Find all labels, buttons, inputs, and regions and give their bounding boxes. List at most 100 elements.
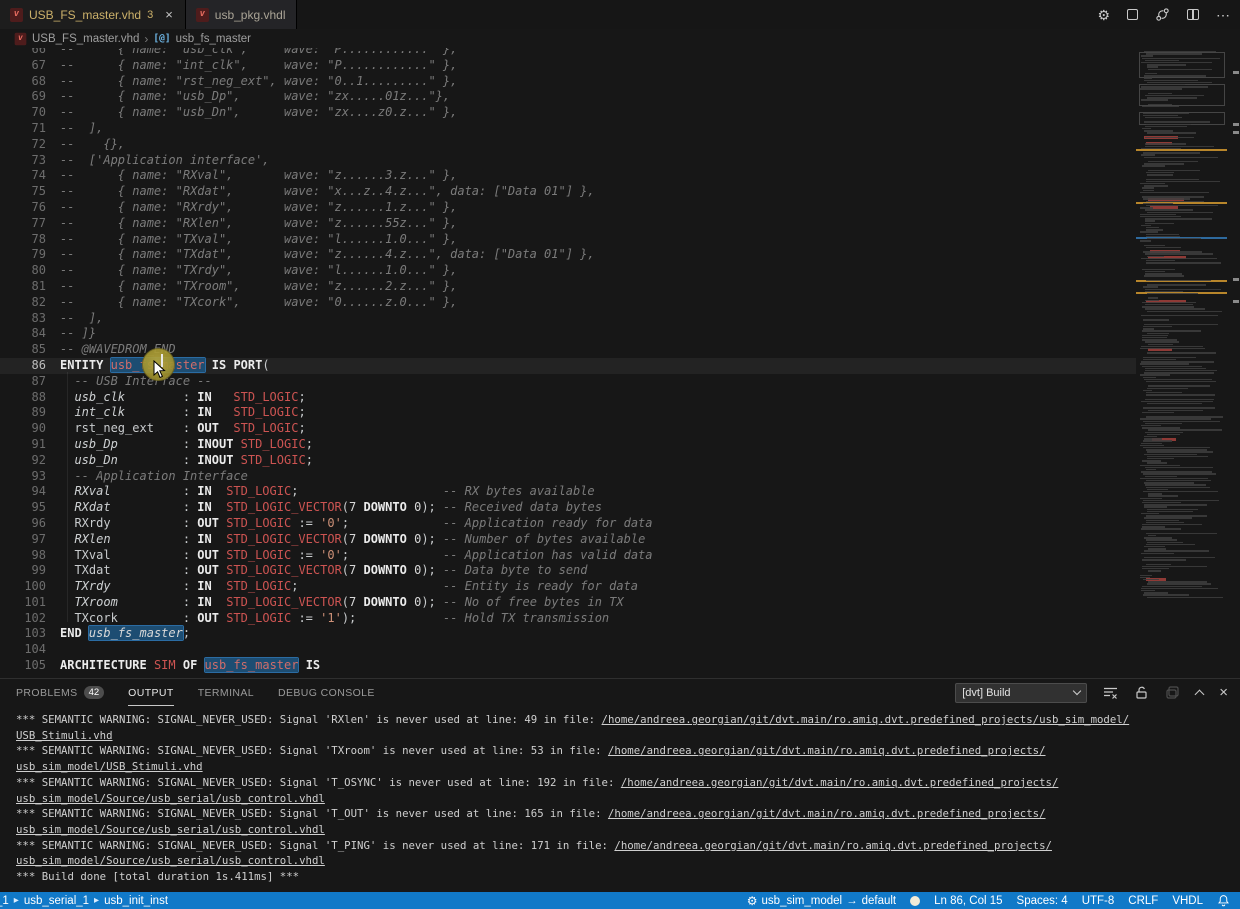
arrow-right-icon: → — [846, 895, 858, 907]
chevron-right-icon: › — [144, 32, 148, 46]
code-line: 103END usb_fs_master; — [0, 626, 1136, 642]
output-file-link[interactable]: /home/andreea.georgian/git/dvt.main/ro.a… — [608, 807, 1046, 820]
bottom-panel: PROBLEMS 42 OUTPUT TERMINAL DEBUG CONSOL… — [0, 678, 1240, 892]
tab-problems[interactable]: PROBLEMS 42 — [16, 679, 104, 706]
code-line: 105ARCHITECTURE SIM OF usb_fs_master IS — [0, 658, 1136, 674]
vhdl-file-icon: v — [10, 8, 23, 22]
line-number: 100 — [0, 579, 46, 595]
overview-ruler[interactable] — [1232, 48, 1240, 678]
line-number: 87 — [0, 374, 46, 390]
compare-changes-icon[interactable] — [1155, 7, 1170, 22]
code-editor[interactable]: 66-- { name: "usb_clk", wave: "P........… — [0, 48, 1240, 678]
line-number: 88 — [0, 390, 46, 406]
language-mode[interactable]: VHDL — [1172, 895, 1203, 907]
line-number: 69 — [0, 89, 46, 105]
breadcrumb-symbol[interactable]: usb_fs_master — [176, 33, 251, 45]
panel-tab-label: TERMINAL — [198, 687, 254, 699]
output-file-link[interactable]: USB_Stimuli.vhd — [16, 729, 113, 742]
panel-header: PROBLEMS 42 OUTPUT TERMINAL DEBUG CONSOL… — [0, 679, 1240, 706]
line-number: 81 — [0, 279, 46, 295]
output-file-link[interactable]: usb_sim_model/Source/usb_serial/usb_cont… — [16, 854, 325, 867]
split-editor-icon[interactable] — [1187, 9, 1199, 20]
output-file-link[interactable]: usb_sim_model/Source/usb_serial/usb_cont… — [16, 792, 325, 805]
breadcrumb: v USB_FS_master.vhd › [@] usb_fs_master — [0, 29, 1240, 48]
code-line: 94 RXval : IN STD_LOGIC; -- RX bytes ava… — [0, 484, 1136, 500]
code-line: 101 TXroom : IN STD_LOGIC_VECTOR(7 DOWNT… — [0, 595, 1136, 611]
clear-output-icon[interactable] — [1103, 685, 1118, 700]
design-hierarchy-path[interactable]: _1▸usb_serial_1▸usb_init_inst — [0, 895, 168, 907]
code-line: 89 int_clk : IN STD_LOGIC; — [0, 405, 1136, 421]
layout-box-icon[interactable] — [1127, 9, 1138, 20]
maximize-panel-icon[interactable] — [1195, 690, 1205, 700]
tab-output[interactable]: OUTPUT — [128, 679, 174, 706]
output-line: *** SEMANTIC WARNING: SIGNAL_NEVER_USED:… — [16, 712, 1240, 728]
code-line: 100 TXrdy : IN STD_LOGIC; -- Entity is r… — [0, 579, 1136, 595]
line-number: 96 — [0, 516, 46, 532]
breadcrumb-file[interactable]: USB_FS_master.vhd — [32, 33, 139, 45]
hierarchy-crumb[interactable]: _1 — [0, 895, 9, 907]
code-line: 69-- { name: "usb_Dp", wave: "zx.....01z… — [0, 89, 1136, 105]
hierarchy-crumb[interactable]: usb_init_inst — [104, 895, 168, 907]
build-target: default — [862, 895, 897, 907]
line-number: 85 — [0, 342, 46, 358]
output-file-link[interactable]: usb_sim_model/USB_Stimuli.vhd — [16, 760, 203, 773]
close-panel-icon[interactable]: × — [1219, 684, 1228, 701]
encoding-setting[interactable]: UTF-8 — [1082, 895, 1115, 907]
eol-setting[interactable]: CRLF — [1128, 895, 1158, 907]
minimap[interactable] — [1136, 48, 1231, 608]
line-number: 86 — [0, 358, 46, 374]
output-file-link[interactable]: /home/andreea.georgian/git/dvt.main/ro.a… — [608, 744, 1046, 757]
output-text: *** SEMANTIC WARNING: SIGNAL_NEVER_USED:… — [16, 839, 614, 852]
line-number: 73 — [0, 153, 46, 169]
code-line: 67-- { name: "int_clk", wave: "P........… — [0, 58, 1136, 74]
code-line: 99 TXdat : OUT STD_LOGIC_VECTOR(7 DOWNTO… — [0, 563, 1136, 579]
line-number: 82 — [0, 295, 46, 311]
line-number: 76 — [0, 200, 46, 216]
line-number: 102 — [0, 611, 46, 627]
tab-bar: v USB_FS_master.vhd 3 × v usb_pkg.vhdl ⚙… — [0, 0, 1240, 29]
editor-actions: ⚙ ⋯ — [1097, 0, 1230, 29]
vscode-window: v USB_FS_master.vhd 3 × v usb_pkg.vhdl ⚙… — [0, 0, 1240, 909]
output-file-link[interactable]: /home/andreea.georgian/git/dvt.main/ro.a… — [614, 839, 1052, 852]
output-line: *** SEMANTIC WARNING: SIGNAL_NEVER_USED:… — [16, 838, 1240, 854]
project-name: usb_sim_model — [762, 895, 843, 907]
notifications-bell-icon[interactable] — [1217, 894, 1230, 907]
line-number: 89 — [0, 405, 46, 421]
cursor-position[interactable]: Ln 86, Col 15 — [934, 895, 1002, 907]
code-line: 66-- { name: "usb_clk", wave: "P........… — [0, 48, 1136, 58]
line-number: 72 — [0, 137, 46, 153]
output-channel-select[interactable]: [dvt] Build — [955, 683, 1087, 703]
tab-problems-badge: 3 — [147, 9, 153, 21]
line-number: 79 — [0, 247, 46, 263]
settings-gear-icon[interactable]: ⚙ — [1097, 8, 1110, 22]
status-circle-icon[interactable] — [910, 896, 920, 906]
tab-usb-fs-master[interactable]: v USB_FS_master.vhd 3 × — [0, 0, 186, 29]
tab-usb-pkg[interactable]: v usb_pkg.vhdl — [186, 0, 297, 29]
output-file-link[interactable]: usb_sim_model/Source/usb_serial/usb_cont… — [16, 823, 325, 836]
output-file-link[interactable]: /home/andreea.georgian/git/dvt.main/ro.a… — [602, 713, 1130, 726]
code-line: 91 usb_Dp : INOUT STD_LOGIC; — [0, 437, 1136, 453]
clear-faded-icon[interactable] — [1165, 685, 1180, 700]
vhdl-file-icon: v — [15, 32, 27, 45]
tab-debug-console[interactable]: DEBUG CONSOLE — [278, 679, 375, 706]
line-number: 95 — [0, 500, 46, 516]
output-log: *** SEMANTIC WARNING: SIGNAL_NEVER_USED:… — [0, 706, 1240, 892]
line-number: 103 — [0, 626, 46, 642]
indentation-setting[interactable]: Spaces: 4 — [1017, 895, 1068, 907]
output-file-link[interactable]: /home/andreea.georgian/git/dvt.main/ro.a… — [621, 776, 1059, 789]
project-status[interactable]: ⚙ usb_sim_model → default — [747, 894, 896, 908]
more-actions-icon[interactable]: ⋯ — [1216, 8, 1230, 22]
chevron-down-icon — [1073, 687, 1081, 695]
line-number: 75 — [0, 184, 46, 200]
hierarchy-crumb[interactable]: usb_serial_1 — [24, 895, 89, 907]
code-line: 80-- { name: "TXrdy", wave: "l......1.0.… — [0, 263, 1136, 279]
unlock-icon[interactable] — [1134, 685, 1149, 700]
line-number: 74 — [0, 168, 46, 184]
code-line: 95 RXdat : IN STD_LOGIC_VECTOR(7 DOWNTO … — [0, 500, 1136, 516]
code-line: 96 RXrdy : OUT STD_LOGIC := '0'; -- Appl… — [0, 516, 1136, 532]
output-line: *** Build done [total duration 1s.411ms]… — [16, 869, 1240, 885]
line-number: 93 — [0, 469, 46, 485]
close-tab-icon[interactable]: × — [163, 7, 175, 22]
code-line: 97 RXlen : IN STD_LOGIC_VECTOR(7 DOWNTO … — [0, 532, 1136, 548]
tab-terminal[interactable]: TERMINAL — [198, 679, 254, 706]
